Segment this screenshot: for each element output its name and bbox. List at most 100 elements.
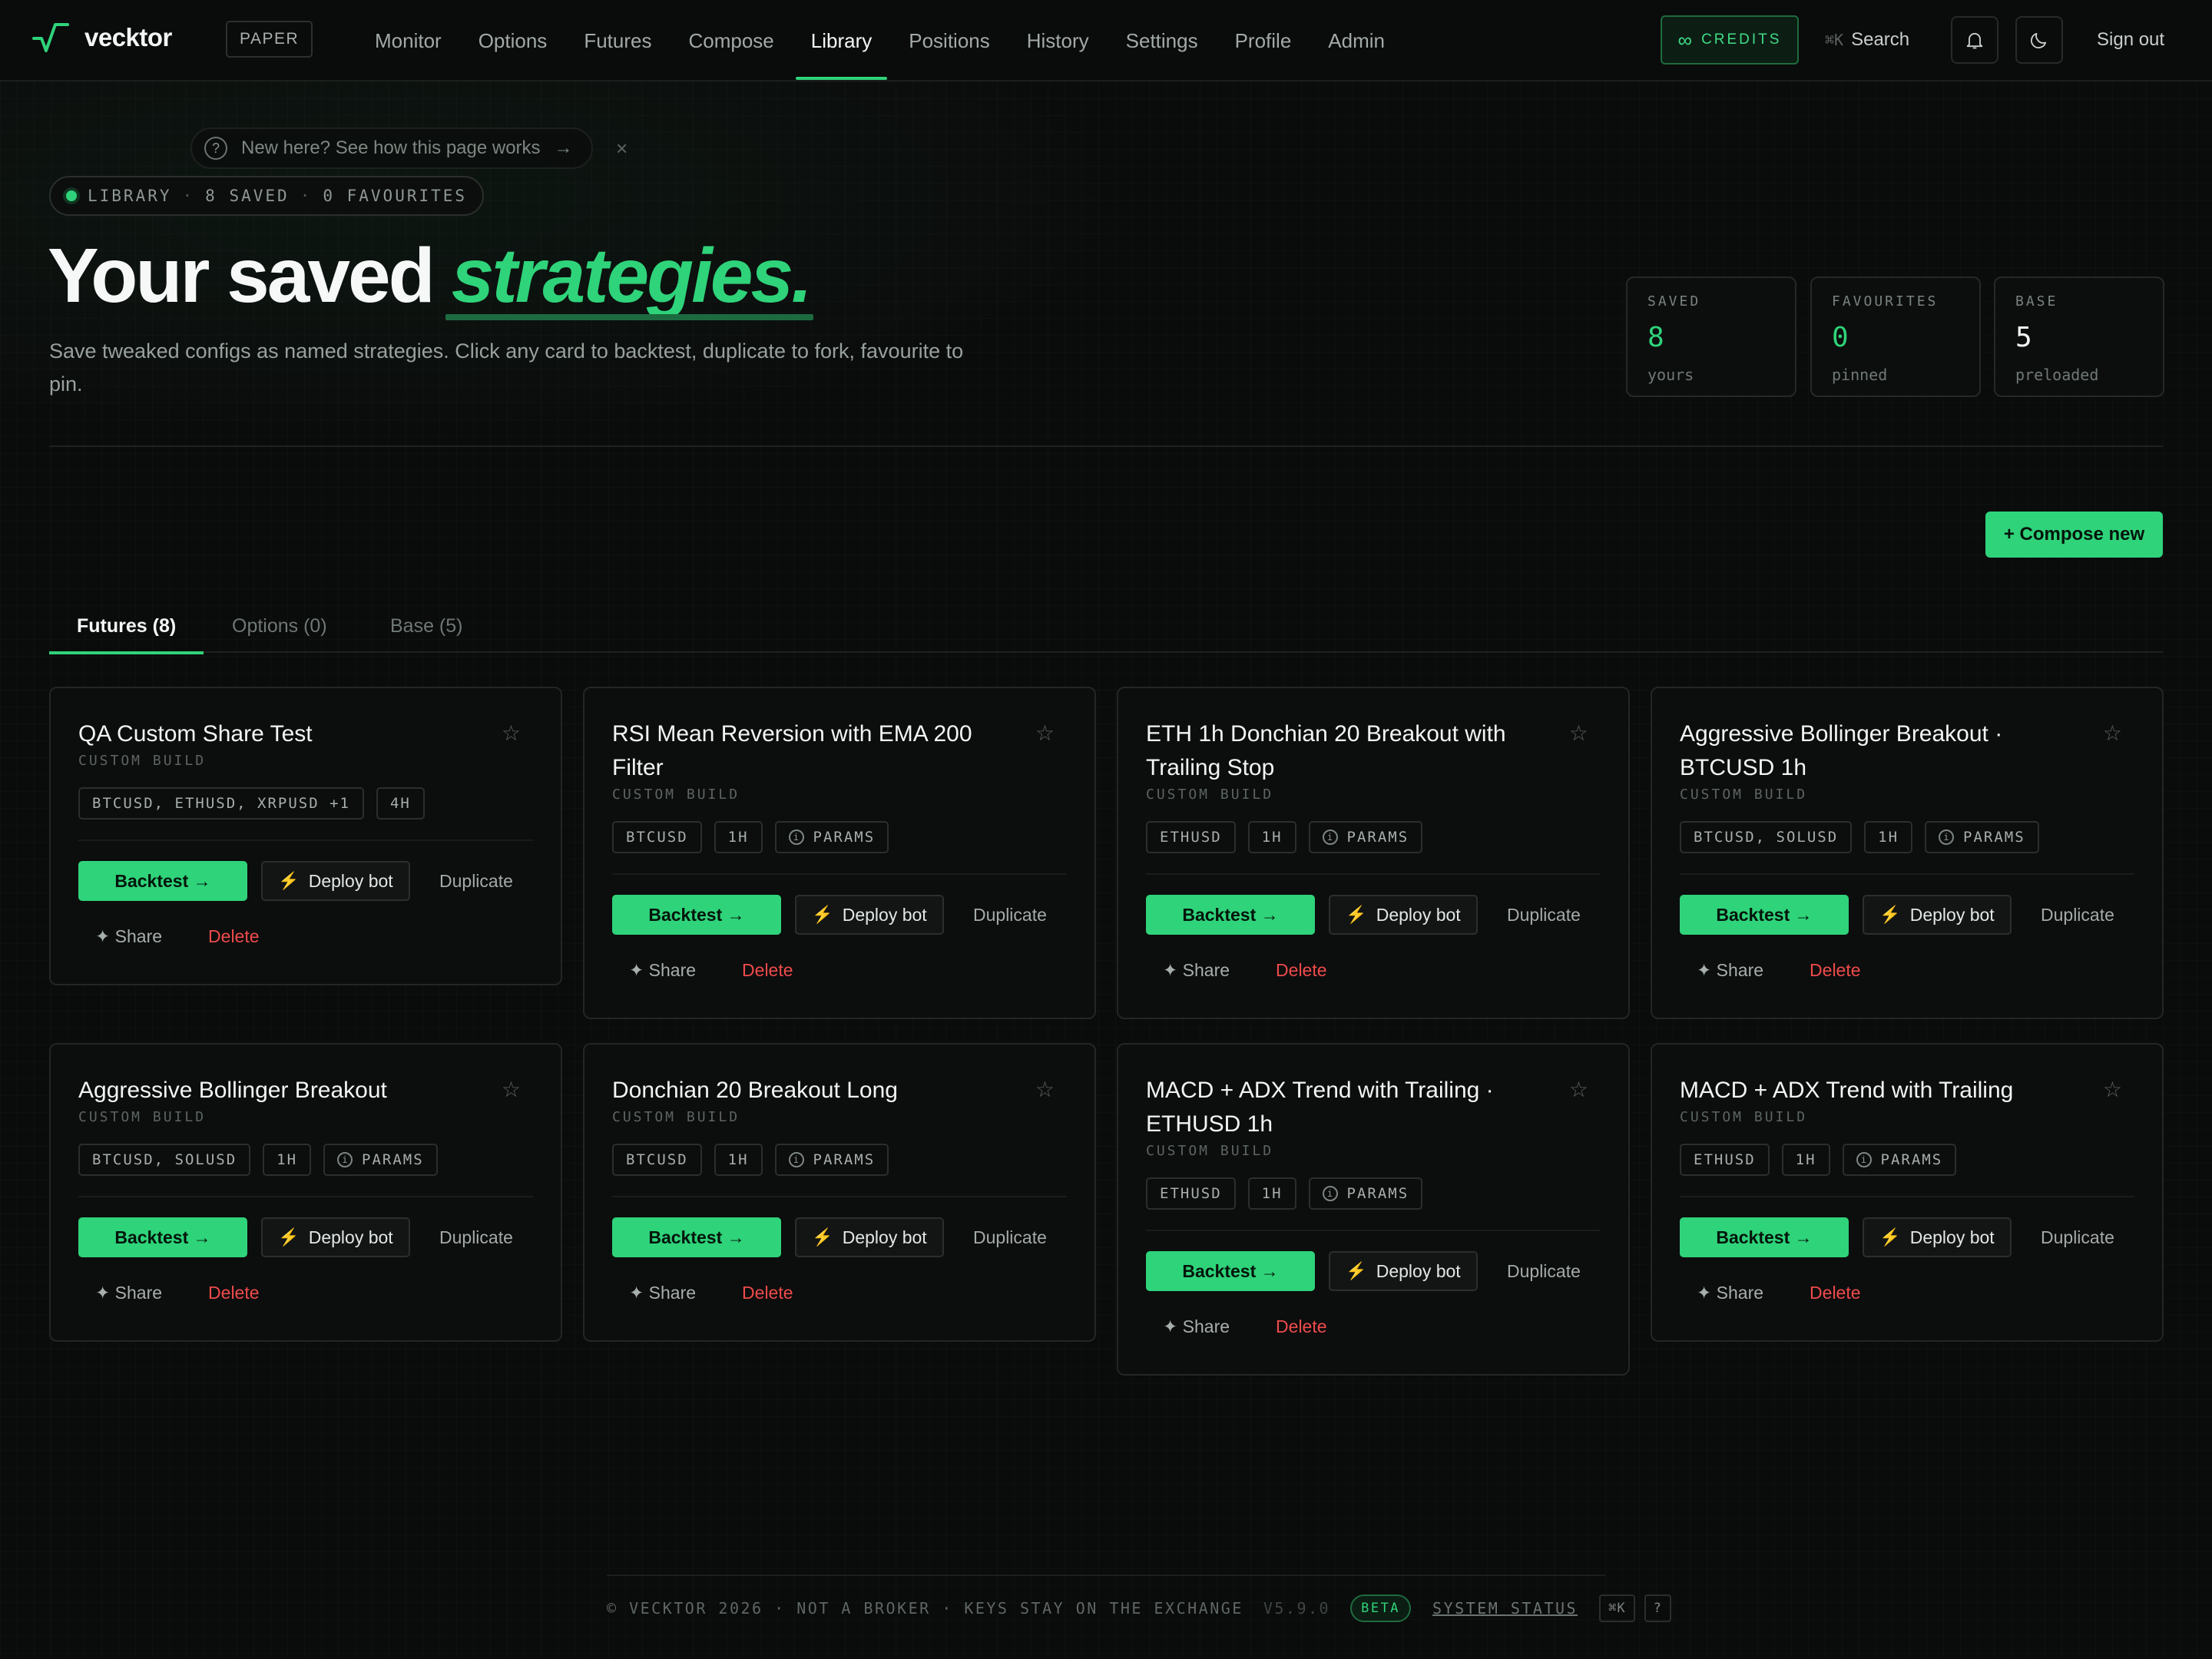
backtest-button[interactable]: Backtest →	[612, 1217, 781, 1257]
stat-value: 0	[1832, 322, 1849, 353]
favourite-star-icon[interactable]: ☆	[1569, 720, 1588, 746]
params-label: PARAMS	[1346, 1185, 1409, 1202]
help-shortcut[interactable]: ?	[1644, 1594, 1671, 1622]
deploy-bot-label: Deploy bot	[1376, 904, 1461, 925]
params-tag[interactable]: i PARAMS	[1925, 821, 2039, 853]
deploy-bot-button[interactable]: ⚡ Deploy bot	[1329, 895, 1478, 935]
theme-toggle-button[interactable]	[2015, 16, 2063, 64]
nav-link-profile[interactable]: Profile	[1217, 0, 1310, 81]
nav-link-futures[interactable]: Futures	[565, 0, 670, 81]
backtest-button[interactable]: Backtest →	[1680, 1217, 1849, 1257]
share-button[interactable]: ✦ Share	[1163, 960, 1230, 981]
tab-futures[interactable]: Futures (8)	[49, 599, 204, 654]
nav-link-options[interactable]: Options	[460, 0, 566, 81]
favourite-star-icon[interactable]: ☆	[2103, 720, 2122, 746]
favourite-star-icon[interactable]: ☆	[2103, 1077, 2122, 1102]
strategy-card[interactable]: ☆ MACD + ADX Trend with Trailing CUSTOM …	[1651, 1043, 2164, 1342]
backtest-button[interactable]: Backtest →	[78, 1217, 247, 1257]
favourite-star-icon[interactable]: ☆	[502, 720, 521, 746]
favourite-star-icon[interactable]: ☆	[502, 1077, 521, 1102]
arrow-right-icon: →	[554, 137, 573, 158]
sign-out-button[interactable]: Sign out	[2097, 22, 2164, 58]
deploy-bot-button[interactable]: ⚡ Deploy bot	[795, 895, 944, 935]
info-icon: i	[337, 1152, 353, 1167]
strategy-card[interactable]: ☆ Aggressive Bollinger Breakout · BTCUSD…	[1651, 687, 2164, 1019]
page-subtitle: Save tweaked configs as named strategies…	[49, 339, 964, 396]
backtest-button[interactable]: Backtest →	[612, 895, 781, 935]
strategy-card[interactable]: ☆ Donchian 20 Breakout Long CUSTOM BUILD…	[583, 1043, 1096, 1342]
system-status-link[interactable]: SYSTEM STATUS	[1432, 1599, 1578, 1618]
notifications-button[interactable]	[1951, 16, 1998, 64]
nav-link-compose[interactable]: Compose	[670, 0, 792, 81]
delete-button[interactable]: Delete	[1276, 1316, 1326, 1337]
duplicate-button[interactable]: Duplicate	[2041, 905, 2114, 926]
duplicate-button[interactable]: Duplicate	[973, 905, 1047, 926]
duplicate-button[interactable]: Duplicate	[1507, 1261, 1581, 1282]
card-actions: Backtest → ⚡ Deploy bot Duplicate	[612, 1217, 1067, 1257]
deploy-bot-button[interactable]: ⚡ Deploy bot	[1863, 1217, 2012, 1257]
params-tag[interactable]: i PARAMS	[323, 1144, 438, 1176]
share-button[interactable]: ✦ Share	[629, 960, 696, 981]
search-button[interactable]: ⌘K Search	[1825, 22, 1909, 58]
deploy-bot-button[interactable]: ⚡ Deploy bot	[795, 1217, 944, 1257]
share-button[interactable]: ✦ Share	[629, 1283, 696, 1303]
params-tag[interactable]: i PARAMS	[774, 821, 889, 853]
delete-button[interactable]: Delete	[208, 926, 259, 947]
backtest-button[interactable]: Backtest →	[78, 861, 247, 901]
share-button[interactable]: ✦ Share	[1697, 1283, 1763, 1303]
nav-link-positions[interactable]: Positions	[890, 0, 1008, 81]
tab-options[interactable]: Options (0)	[204, 599, 355, 653]
params-tag[interactable]: i PARAMS	[1308, 821, 1423, 853]
backtest-button[interactable]: Backtest →	[1146, 895, 1315, 935]
strategy-tags: BTCUSD 1H i PARAMS	[612, 1144, 1067, 1176]
deploy-bot-button[interactable]: ⚡ Deploy bot	[1329, 1251, 1478, 1291]
delete-button[interactable]: Delete	[208, 1283, 259, 1303]
backtest-button[interactable]: Backtest →	[1680, 895, 1849, 935]
duplicate-button[interactable]: Duplicate	[1507, 905, 1581, 926]
favourite-star-icon[interactable]: ☆	[1569, 1077, 1588, 1102]
brand-logo[interactable]: vecktor	[32, 22, 172, 54]
tab-base[interactable]: Base (5)	[363, 599, 490, 653]
onboarding-hint[interactable]: ? New here? See how this page works →	[190, 127, 593, 169]
duplicate-button[interactable]: Duplicate	[973, 1227, 1047, 1248]
delete-button[interactable]: Delete	[742, 960, 793, 981]
strategy-card[interactable]: ☆ QA Custom Share Test CUSTOM BUILD BTCU…	[49, 687, 562, 985]
nav-link-settings[interactable]: Settings	[1108, 0, 1217, 81]
nav-link-history[interactable]: History	[1008, 0, 1108, 81]
info-icon: i	[1322, 1186, 1338, 1201]
params-tag[interactable]: i PARAMS	[1842, 1144, 1957, 1176]
delete-button[interactable]: Delete	[742, 1283, 793, 1303]
favourite-star-icon[interactable]: ☆	[1035, 720, 1055, 746]
credits-button[interactable]: ∞ CREDITS	[1661, 15, 1799, 65]
delete-button[interactable]: Delete	[1810, 960, 1860, 981]
share-button[interactable]: ✦ Share	[1697, 960, 1763, 981]
nav-link-monitor[interactable]: Monitor	[356, 0, 460, 81]
card-secondary-actions: ✦ Share Delete	[1146, 950, 1601, 990]
duplicate-button[interactable]: Duplicate	[439, 1227, 513, 1248]
lightning-icon: ⚡	[812, 905, 833, 924]
params-tag[interactable]: i PARAMS	[774, 1144, 889, 1176]
duplicate-button[interactable]: Duplicate	[439, 871, 513, 892]
share-button[interactable]: ✦ Share	[95, 926, 162, 947]
nav-link-admin[interactable]: Admin	[1310, 0, 1403, 81]
deploy-bot-button[interactable]: ⚡ Deploy bot	[1863, 895, 2012, 935]
delete-button[interactable]: Delete	[1276, 960, 1326, 981]
backtest-button[interactable]: Backtest →	[1146, 1251, 1315, 1291]
params-tag[interactable]: i PARAMS	[1308, 1177, 1423, 1210]
strategy-card[interactable]: ☆ MACD + ADX Trend with Trailing · ETHUS…	[1117, 1043, 1630, 1376]
share-button[interactable]: ✦ Share	[95, 1283, 162, 1303]
strategy-card[interactable]: ☆ RSI Mean Reversion with EMA 200 Filter…	[583, 687, 1096, 1019]
nav-link-library[interactable]: Library	[793, 0, 890, 81]
deploy-bot-button[interactable]: ⚡ Deploy bot	[261, 1217, 410, 1257]
favourite-star-icon[interactable]: ☆	[1035, 1077, 1055, 1102]
card-secondary-actions: ✦ Share Delete	[612, 1273, 1067, 1313]
delete-button[interactable]: Delete	[1810, 1283, 1860, 1303]
deploy-bot-button[interactable]: ⚡ Deploy bot	[261, 861, 410, 901]
strategy-card[interactable]: ☆ Aggressive Bollinger Breakout CUSTOM B…	[49, 1043, 562, 1342]
share-button[interactable]: ✦ Share	[1163, 1316, 1230, 1337]
compose-new-button[interactable]: + Compose new	[1985, 512, 2163, 558]
command-palette-shortcut[interactable]: ⌘K	[1599, 1594, 1635, 1622]
close-icon[interactable]: ×	[616, 137, 628, 161]
duplicate-button[interactable]: Duplicate	[2041, 1227, 2114, 1248]
strategy-card[interactable]: ☆ ETH 1h Donchian 20 Breakout with Trail…	[1117, 687, 1630, 1019]
